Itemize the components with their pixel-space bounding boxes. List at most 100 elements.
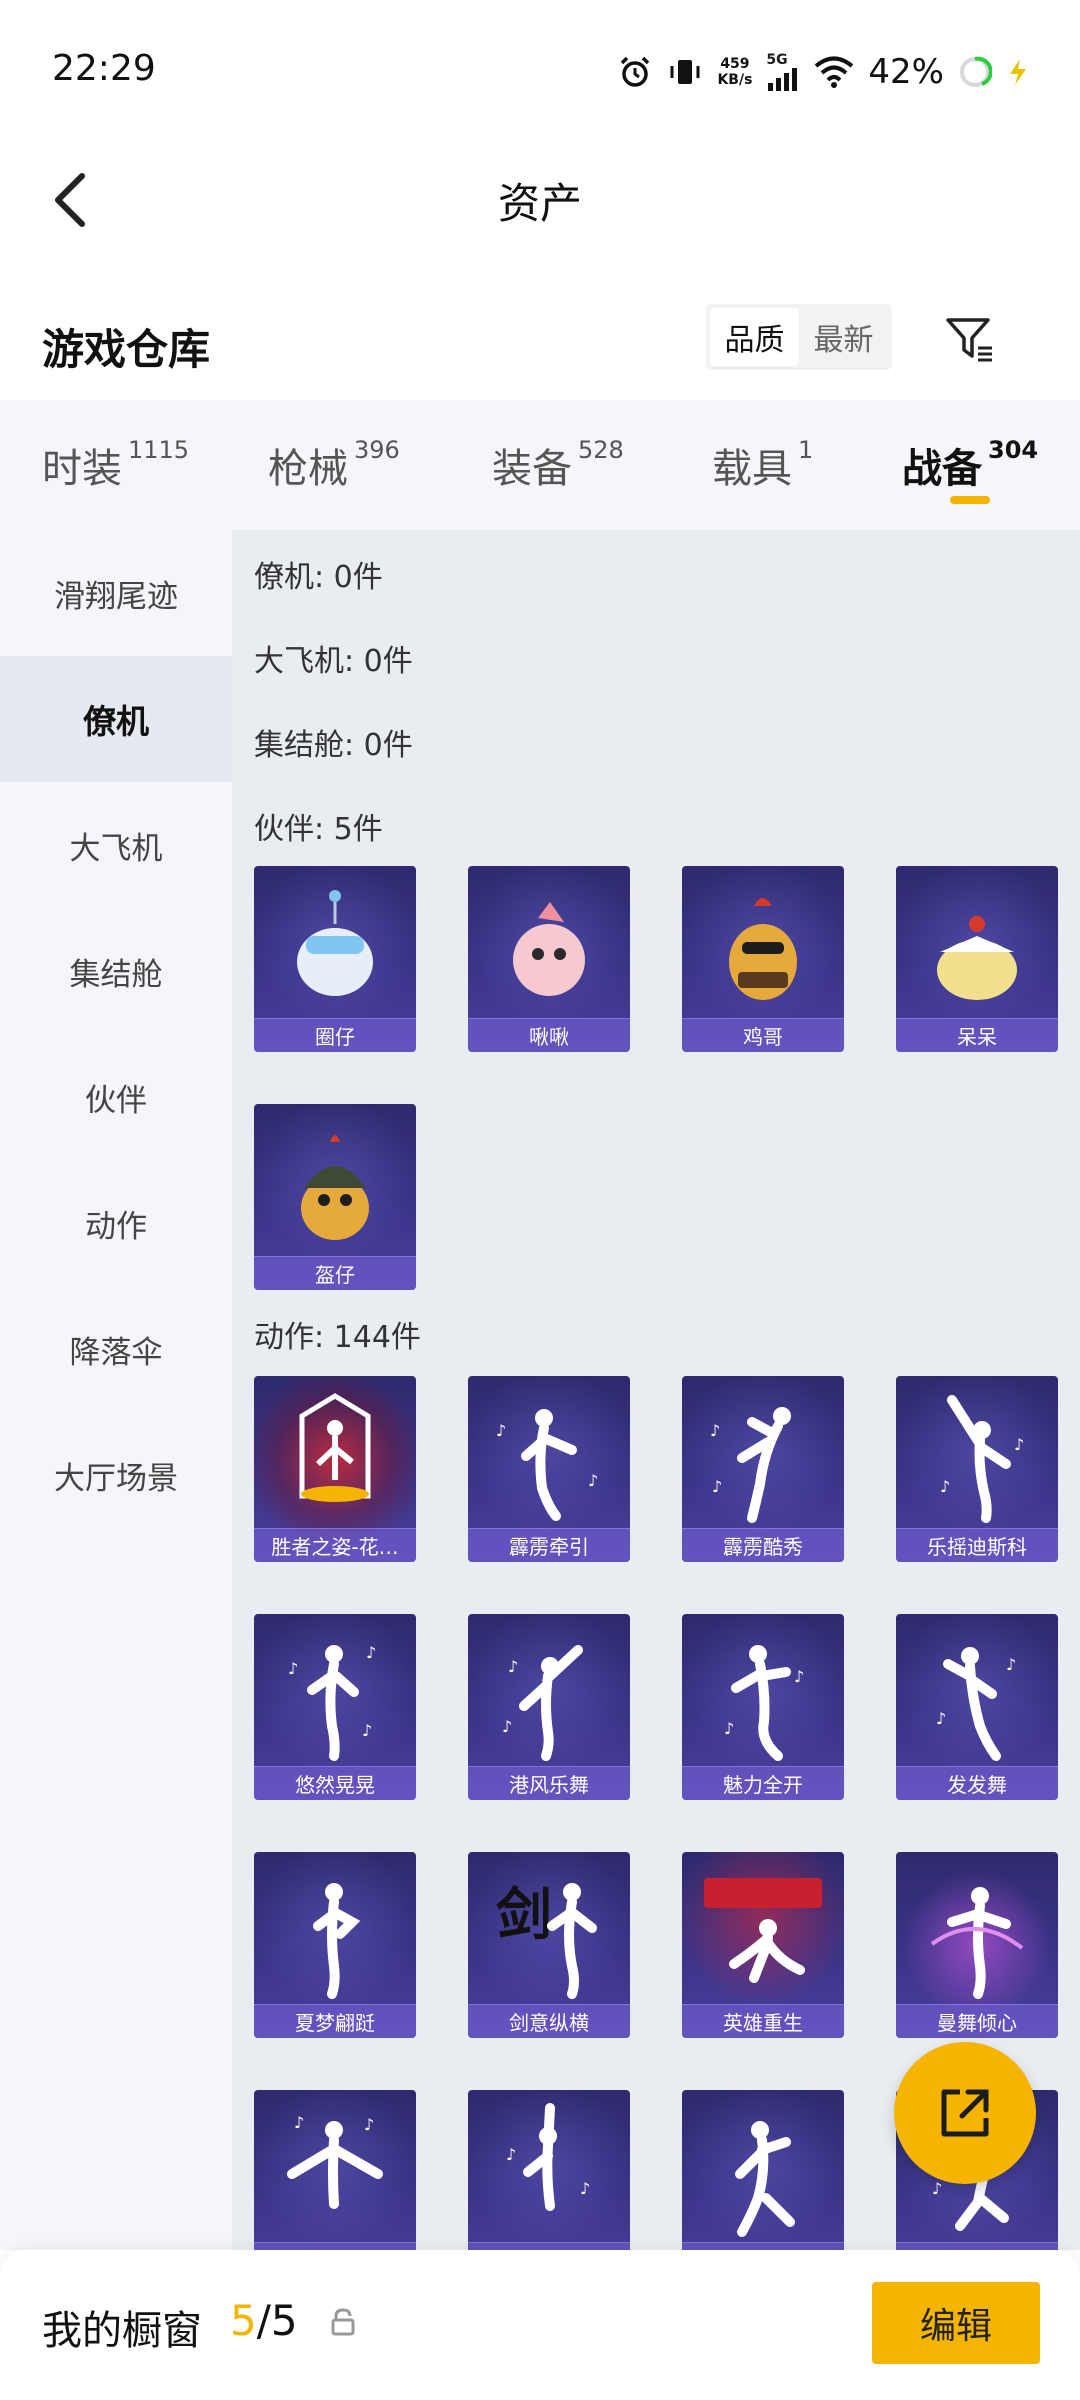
battery-ring-icon	[958, 55, 992, 89]
lock-icon	[330, 2308, 356, 2340]
svg-text:♪: ♪	[794, 1667, 804, 1686]
emote-name: 魅力全开	[682, 1766, 844, 1800]
partner-card[interactable]: 啾啾	[468, 866, 630, 1052]
edit-button[interactable]: 编辑	[872, 2282, 1040, 2364]
dancer-icon: ♪♪	[710, 1407, 791, 1523]
tab-vehicles[interactable]: 载具 1	[712, 436, 813, 494]
group-label-partner: 伙伴: 5件	[254, 812, 383, 847]
emote-name: 曼舞倾心	[896, 2004, 1058, 2038]
charging-icon	[1006, 57, 1030, 87]
category-tabs: 时装 1115 枪械 396 装备 528 载具 1 战备 304	[0, 400, 1080, 530]
dancer-icon	[735, 2121, 795, 2237]
sort-toggle: 品质 最新	[706, 304, 892, 370]
dancer-icon: ♪♪	[724, 1645, 804, 1761]
emote-name: 港风乐舞	[468, 1766, 630, 1800]
emote-name: 咚咚莎拍	[896, 2242, 1058, 2250]
tab-fashion[interactable]: 时装 1115	[42, 436, 189, 494]
sidebar-item-wingman[interactable]: 僚机	[0, 656, 232, 782]
partner-figure-icon	[301, 1135, 369, 1240]
svg-text:♪: ♪	[1006, 1655, 1016, 1674]
tab-battle-gear[interactable]: 战备 304	[902, 436, 1038, 494]
partner-name: 啾啾	[468, 1018, 630, 1052]
partner-card[interactable]: 盔仔	[254, 1104, 416, 1290]
sort-option-newest[interactable]: 最新	[799, 308, 888, 366]
group-label-big-plane: 大飞机: 0件	[254, 644, 413, 679]
sidebar-item-parachute[interactable]: 降落伞	[0, 1286, 232, 1412]
partner-name: 鸡哥	[682, 1018, 844, 1052]
showcase-count: 5/5	[230, 2296, 298, 2345]
emote-card[interactable]: ♪ ♪ ♪ 悠然晃晃	[254, 1614, 416, 1800]
svg-text:♪: ♪	[936, 1709, 946, 1728]
partner-card[interactable]: 圈仔	[254, 866, 416, 1052]
filter-icon	[946, 318, 992, 362]
emote-name: 剑意纵横	[468, 2004, 630, 2038]
emote-card[interactable]: ♪ ♪ 魅力全开	[682, 1614, 844, 1800]
section-title: 游戏仓库	[42, 325, 211, 374]
svg-text:♪: ♪	[940, 1477, 950, 1496]
emote-card[interactable]: ♪ ♪ 港风乐舞	[468, 1614, 630, 1800]
svg-text:♪: ♪	[1014, 1435, 1024, 1454]
partner-figure-icon	[297, 890, 373, 996]
tab-equipment[interactable]: 装备 528	[492, 436, 624, 494]
dancer-icon: ♪♪	[287, 2113, 383, 2209]
net-speed: 459 KB/s	[717, 56, 753, 88]
partner-figure-icon	[513, 902, 585, 996]
emote-card[interactable]: 少时青春	[682, 2090, 844, 2250]
dancer-icon: ♪♪	[496, 1409, 598, 1521]
emote-card[interactable]: 剑 剑意纵横	[468, 1852, 630, 2038]
svg-text:♪: ♪	[502, 1717, 512, 1736]
dancer-icon: ♪♪	[940, 1395, 1024, 1523]
sidebar-item-assembly-pod[interactable]: 集结舱	[0, 908, 232, 1034]
wifi-icon	[814, 55, 854, 89]
dancer-icon: ♪♪	[502, 1645, 583, 1761]
emote-card[interactable]: ♪ ♪ 发发舞	[896, 1614, 1058, 1800]
share-button[interactable]	[894, 2042, 1036, 2184]
status-icons: 459 KB/s 5G 42%	[617, 50, 1030, 94]
filter-button[interactable]	[940, 310, 1000, 370]
dancer-icon: 剑	[496, 1883, 597, 1999]
status-bar: 22:29 459 KB/s 5G 42%	[0, 0, 1080, 140]
sidebar-item-big-plane[interactable]: 大飞机	[0, 782, 232, 908]
emote-card[interactable]: ♪ ♪ 霹雳酷秀	[682, 1376, 844, 1562]
emote-card[interactable]: ♪♪ 自由莎拍	[468, 2090, 630, 2250]
emote-card[interactable]: ♪ ♪ 霹雳牵引	[468, 1376, 630, 1562]
svg-text:♪: ♪	[710, 1421, 720, 1440]
emote-card[interactable]: ♪♪ 莎莎莎拍	[254, 2090, 416, 2250]
svg-text:♪: ♪	[288, 1659, 298, 1678]
sidebar-item-partner[interactable]: 伙伴	[0, 1034, 232, 1160]
emote-name: 莎莎莎拍	[254, 2242, 416, 2250]
svg-text:♪: ♪	[580, 2179, 590, 2198]
partner-name: 圈仔	[254, 1018, 416, 1052]
svg-text:♪: ♪	[712, 1477, 722, 1496]
status-time: 22:29	[52, 48, 156, 89]
emote-card[interactable]: 夏梦翩跹	[254, 1852, 416, 2038]
emote-name: 霹雳牵引	[468, 1528, 630, 1562]
svg-text:剑: 剑	[496, 1883, 552, 1948]
emote-name: 发发舞	[896, 1766, 1058, 1800]
emote-card[interactable]: ♪ ♪ 乐摇迪斯科	[896, 1376, 1058, 1562]
partner-figure-icon	[729, 898, 797, 1000]
emote-card[interactable]: 曼舞倾心	[896, 1852, 1058, 2038]
emote-card[interactable]: 英雄重生	[682, 1852, 844, 2038]
group-label-wingman: 僚机: 0件	[254, 560, 383, 595]
dancer-icon: ♪♪	[506, 2103, 590, 2211]
sort-option-quality[interactable]: 品质	[710, 308, 799, 366]
partner-card[interactable]: 鸡哥	[682, 866, 844, 1052]
svg-text:♪: ♪	[364, 2115, 374, 2134]
active-tab-indicator	[950, 496, 990, 504]
partner-card[interactable]: 呆呆	[896, 866, 1058, 1052]
emote-name: 夏梦翩跹	[254, 2004, 416, 2038]
signal-5g-icon: 5G	[766, 53, 800, 91]
partner-name: 呆呆	[896, 1018, 1058, 1052]
vibrate-icon	[667, 54, 703, 90]
showcase-bar: 我的橱窗 5/5 编辑	[0, 2250, 1080, 2400]
partner-figure-icon	[937, 916, 1017, 1000]
emote-card[interactable]: 胜者之姿-花…	[254, 1376, 416, 1562]
emote-name: 霹雳酷秀	[682, 1528, 844, 1562]
partner-name: 盔仔	[254, 1256, 416, 1290]
svg-text:♪: ♪	[506, 2145, 516, 2164]
sidebar-item-emote[interactable]: 动作	[0, 1160, 232, 1286]
sidebar-item-glide-trail[interactable]: 滑翔尾迹	[0, 530, 232, 656]
sidebar-item-lobby-scene[interactable]: 大厅场景	[0, 1412, 232, 1538]
tab-guns[interactable]: 枪械 396	[268, 436, 400, 494]
